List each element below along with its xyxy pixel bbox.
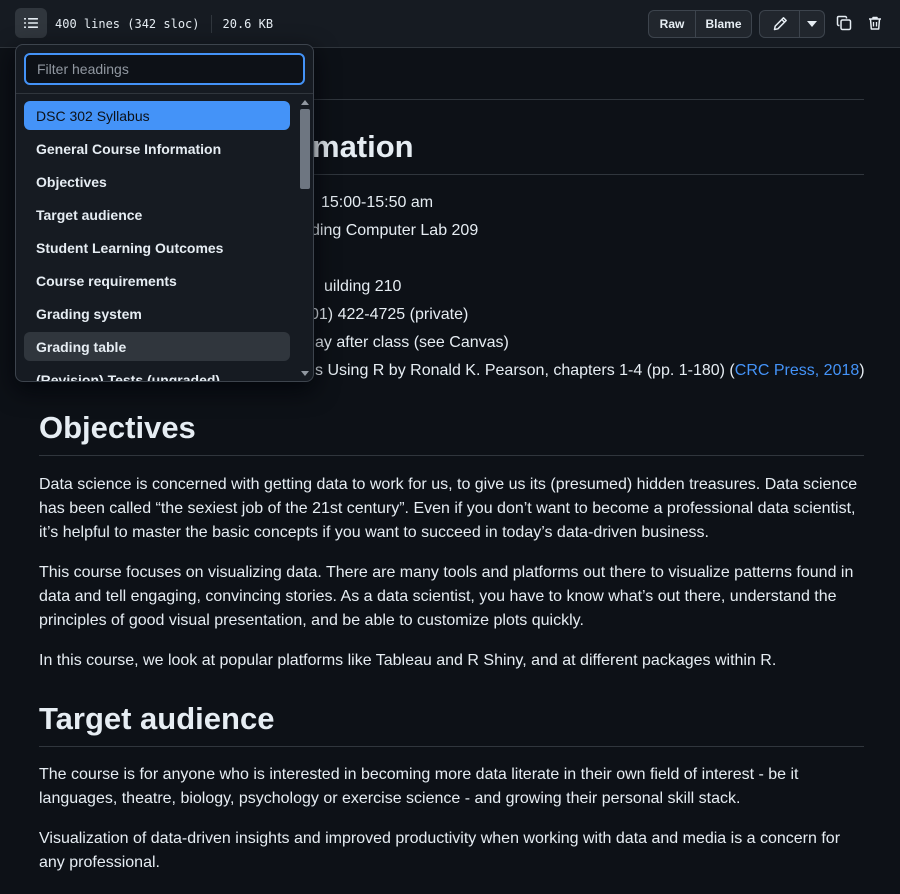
file-meta: 400 lines (342 sloc) 20.6 KB <box>55 15 273 33</box>
scroll-up-arrow-icon[interactable] <box>301 100 309 105</box>
edit-button[interactable] <box>759 10 800 38</box>
line-count: 400 lines (342 sloc) <box>55 17 200 31</box>
objectives-heading: Objectives <box>39 409 864 456</box>
blame-button[interactable]: Blame <box>696 10 752 38</box>
info-location: ding Computer Lab 209 <box>311 222 479 239</box>
raw-button[interactable]: Raw <box>648 10 696 38</box>
file-toolbar: 400 lines (342 sloc) 20.6 KB Raw Blame <box>0 0 900 48</box>
scrollbar-thumb[interactable] <box>300 109 310 189</box>
outline-toggle-button[interactable] <box>15 8 47 38</box>
delete-button[interactable] <box>866 14 884 32</box>
triangle-down-icon <box>807 21 817 27</box>
headings-list: DSC 302 Syllabus General Course Informat… <box>24 101 290 382</box>
target-audience-heading: Target audience <box>39 700 864 747</box>
copy-button[interactable] <box>835 14 853 32</box>
audience-paragraph-1: The course is for anyone who is interest… <box>39 766 799 807</box>
outline-item-revision-tests[interactable]: (Revision) Tests (ungraded) <box>24 365 290 382</box>
info-phone: 01) 422-4725 (private) <box>310 306 469 323</box>
objectives-paragraph-1: Data science is concerned with getting d… <box>39 476 858 541</box>
pencil-icon <box>773 17 787 31</box>
outline-item-objectives[interactable]: Objectives <box>24 167 290 196</box>
raw-blame-group: Raw Blame <box>648 10 752 38</box>
popup-divider <box>16 93 313 94</box>
list-outline-icon <box>24 18 38 28</box>
info-office-hours: ay after class (see Canvas) <box>315 334 509 351</box>
audience-paragraph-2: Visualization of data-driven insights an… <box>39 830 841 871</box>
info-office: uilding 210 <box>324 278 402 295</box>
scroll-down-arrow-icon[interactable] <box>301 371 309 376</box>
trash-icon <box>869 16 881 30</box>
edit-group <box>759 10 825 38</box>
outline-item-general-course-information[interactable]: General Course Information <box>24 134 290 163</box>
file-size: 20.6 KB <box>222 17 274 31</box>
outline-item-course-requirements[interactable]: Course requirements <box>24 266 290 295</box>
outline-item-dsc-302-syllabus[interactable]: DSC 302 Syllabus <box>24 101 290 130</box>
objectives-paragraph-2: This course focuses on visualizing data.… <box>39 564 854 629</box>
outline-popup: DSC 302 Syllabus General Course Informat… <box>15 44 314 382</box>
filter-headings-input[interactable] <box>24 53 305 85</box>
outline-item-target-audience[interactable]: Target audience <box>24 200 290 229</box>
meta-divider <box>210 15 212 33</box>
edit-options-button[interactable] <box>800 10 825 38</box>
objectives-paragraph-3: In this course, we look at popular platf… <box>39 652 777 669</box>
outline-item-grading-system[interactable]: Grading system <box>24 299 290 328</box>
outline-scrollbar[interactable] <box>298 95 312 381</box>
info-time: 15:00-15:50 am <box>321 194 434 211</box>
copy-icon <box>836 15 852 31</box>
info-textbook: s Using R by Ronald K. Pearson, chapters… <box>315 362 865 379</box>
crc-press-link[interactable]: CRC Press, 2018 <box>735 362 860 379</box>
outline-item-student-learning-outcomes[interactable]: Student Learning Outcomes <box>24 233 290 262</box>
outline-item-grading-table[interactable]: Grading table <box>24 332 290 361</box>
